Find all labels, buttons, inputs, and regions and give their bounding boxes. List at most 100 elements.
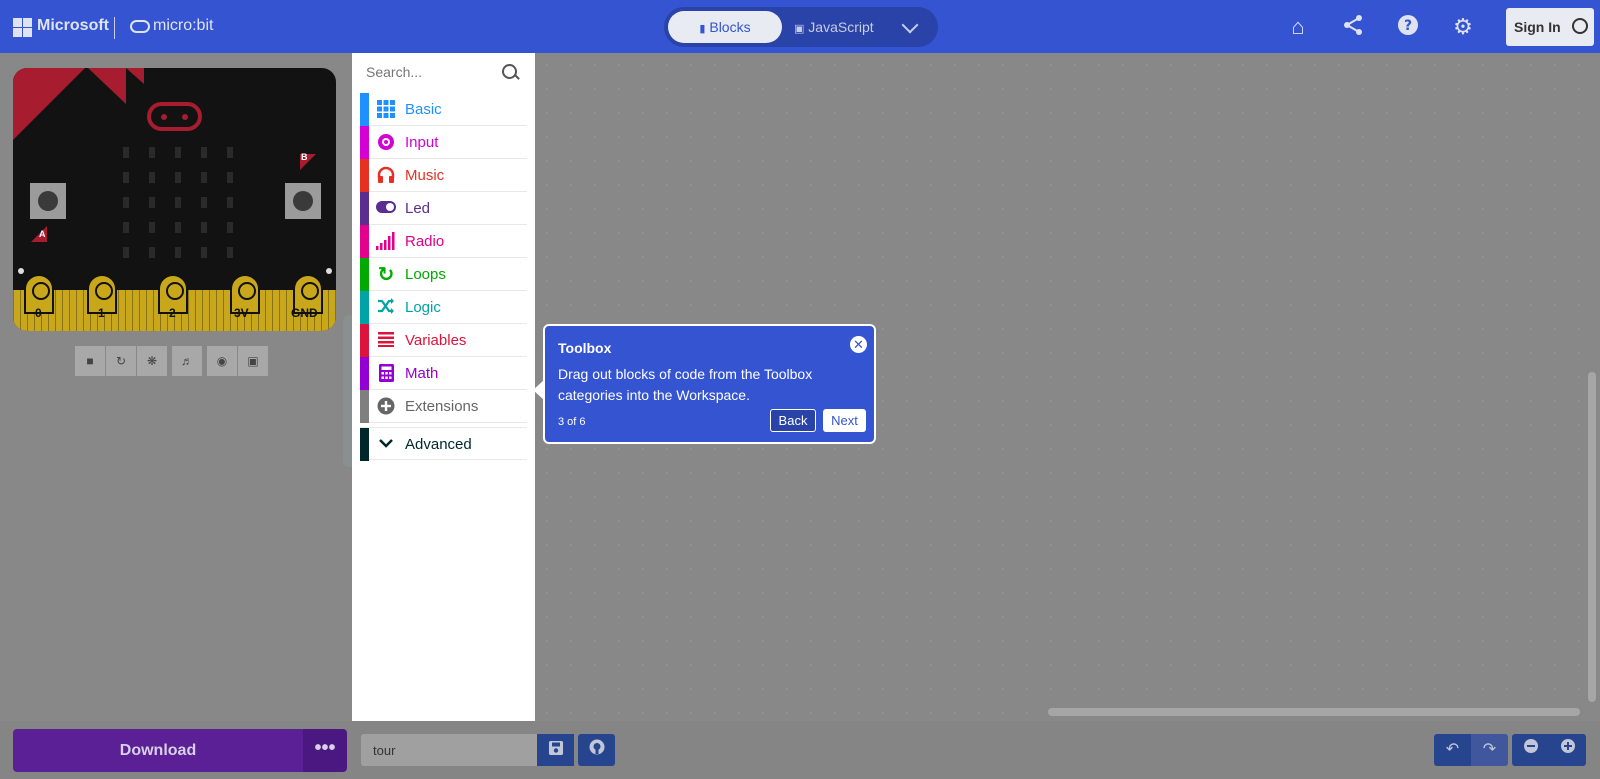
tour-back-button[interactable]: Back [770, 409, 816, 432]
callout-step-counter: 3 of 6 [558, 416, 586, 428]
calculator-icon [376, 364, 396, 384]
download-more-button[interactable]: ••• [303, 729, 347, 772]
category-color-bar [360, 93, 369, 126]
save-icon[interactable] [537, 734, 574, 766]
toolbox-category-loops[interactable]: ↻ Loops [360, 258, 527, 291]
category-label: Led [405, 200, 431, 217]
category-label: Basic [405, 101, 442, 118]
pin-label: 2 [169, 306, 176, 320]
led-matrix[interactable] [113, 140, 243, 265]
pin-label: 1 [98, 306, 105, 320]
editor-toggle: ▮ Blocks ▣ JavaScript [664, 7, 938, 47]
toolbox-search-input[interactable] [364, 63, 498, 81]
button-a[interactable] [30, 183, 66, 219]
simulator-toolbar: ■ ↻ ❋ ♬ ◉ ▣ [75, 346, 268, 376]
redo-icon[interactable]: ↷ [1471, 734, 1508, 766]
toolbox-category-music[interactable]: Music [360, 159, 527, 192]
microbit-simulator[interactable]: A B 0 1 2 3V GND [13, 68, 336, 331]
js-icon: ▣ [794, 23, 805, 35]
user-icon [1572, 18, 1588, 34]
toolbox-search [352, 53, 527, 93]
category-color-bar [360, 225, 369, 258]
sound-icon[interactable]: ♬ [172, 346, 202, 376]
category-label: Loops [405, 266, 446, 283]
category-color-bar [360, 126, 369, 159]
home-icon[interactable]: ⌂ [1285, 14, 1311, 40]
github-icon[interactable] [578, 734, 615, 766]
toolbox-category-variables[interactable]: Variables [360, 324, 527, 357]
category-color-bar [360, 428, 369, 461]
zoom-out-icon[interactable] [1512, 734, 1549, 766]
category-color-bar [360, 159, 369, 192]
pin-label: GND [291, 306, 318, 320]
undo-icon[interactable]: ↶ [1434, 734, 1471, 766]
loop-icon: ↻ [377, 264, 395, 286]
top-header: Microsoft micro:bit ▮ Blocks ▣ JavaScrip… [0, 0, 1600, 53]
side-dot [326, 268, 332, 274]
toolbox-category-led[interactable]: Led [360, 192, 527, 225]
toolbox-category-extensions[interactable]: Extensions [360, 390, 527, 423]
microbit-face-icon [147, 102, 202, 131]
toolbox-category-math[interactable]: Math [360, 357, 527, 390]
header-divider [114, 17, 115, 39]
share-icon[interactable] [1340, 14, 1366, 40]
zoom-in-icon[interactable] [1549, 734, 1586, 766]
workspace-vertical-scrollbar[interactable] [1588, 372, 1596, 702]
category-label: Advanced [405, 436, 472, 453]
close-icon[interactable]: ✕ [850, 336, 867, 353]
category-label: Radio [405, 233, 445, 250]
project-name-input[interactable] [361, 734, 537, 766]
toolbox-category-logic[interactable]: Logic [360, 291, 527, 324]
tour-next-button[interactable]: Next [823, 409, 866, 432]
puzzle-icon: ▮ [699, 23, 706, 35]
callout-title: Toolbox [558, 340, 612, 356]
fullscreen-icon[interactable]: ▣ [238, 346, 268, 376]
sign-in-button[interactable]: Sign In [1506, 8, 1594, 46]
stop-icon[interactable]: ■ [75, 346, 105, 376]
pin-label: 3V [234, 306, 249, 320]
help-icon[interactable]: ? [1395, 14, 1421, 40]
blocks-tab-label: Blocks [709, 19, 751, 35]
screenshot-icon[interactable]: ◉ [207, 346, 237, 376]
toggle-icon [376, 199, 396, 219]
sign-in-label: Sign In [1514, 19, 1561, 35]
toolbox-category-radio[interactable]: Radio [360, 225, 527, 258]
microsoft-brand[interactable]: Microsoft [37, 17, 109, 35]
gear-icon[interactable]: ⚙ [1450, 14, 1476, 40]
debug-icon[interactable]: ❋ [137, 346, 167, 376]
tour-callout: Toolbox ✕ Drag out blocks of code from t… [543, 324, 876, 444]
search-icon[interactable] [502, 64, 517, 79]
category-color-bar [360, 357, 369, 390]
side-dot [18, 268, 24, 274]
category-label: Extensions [405, 398, 479, 415]
download-button[interactable]: Download [13, 729, 303, 772]
plus-circle-icon [376, 397, 396, 417]
button-a-label: A [39, 229, 46, 239]
blocks-tab[interactable]: ▮ Blocks [668, 11, 782, 43]
microsoft-logo-icon[interactable] [13, 18, 32, 37]
microbit-brand[interactable]: micro:bit [153, 17, 213, 35]
shuffle-icon [376, 298, 396, 318]
category-color-bar [360, 390, 369, 423]
toolbox-category-input[interactable]: Input [360, 126, 527, 159]
button-b[interactable] [285, 183, 321, 219]
svg-text:?: ? [1404, 18, 1412, 34]
toolbox: Basic Input Music Led Radio ↻ Loops [352, 45, 535, 724]
category-color-bar [360, 324, 369, 357]
category-color-bar [360, 192, 369, 225]
pin-label: 0 [35, 306, 42, 320]
javascript-tab[interactable]: ▣ JavaScript [794, 11, 894, 43]
target-icon [376, 133, 396, 153]
toolbox-category-advanced[interactable]: Advanced [360, 427, 527, 461]
toolbox-category-basic[interactable]: Basic [360, 93, 527, 126]
button-b-label: B [301, 152, 308, 162]
list-icon [376, 331, 396, 351]
chevron-down-icon[interactable] [901, 16, 919, 34]
workspace-horizontal-scrollbar[interactable] [1048, 708, 1580, 716]
restart-icon[interactable]: ↻ [106, 346, 136, 376]
category-label: Input [405, 134, 439, 151]
grid-icon [376, 100, 396, 120]
microbit-logo-icon[interactable] [130, 20, 150, 33]
category-color-bar [360, 291, 369, 324]
headphones-icon [376, 166, 396, 186]
